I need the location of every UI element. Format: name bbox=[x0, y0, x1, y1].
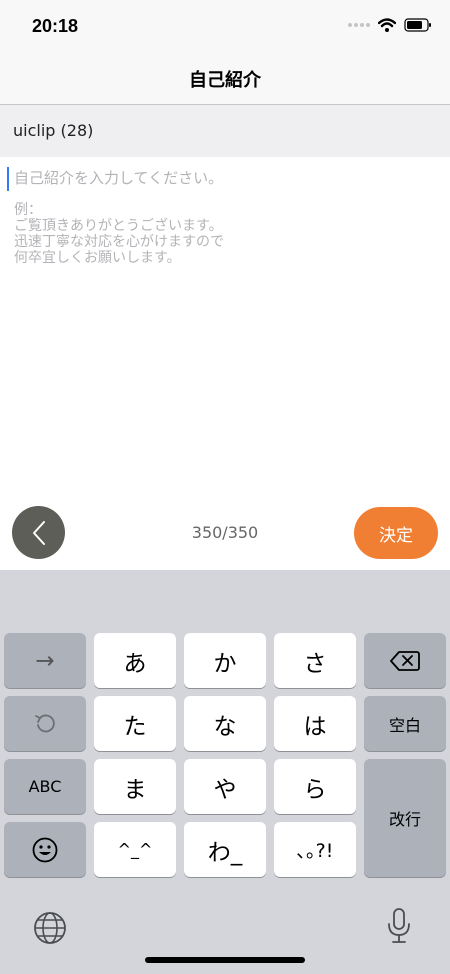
key-wa[interactable]: わ_ bbox=[184, 822, 266, 877]
page-title: 自己紹介 bbox=[189, 70, 261, 91]
signal-icon bbox=[348, 23, 370, 27]
undo-key[interactable] bbox=[4, 696, 86, 751]
japanese-kana-keyboard: → あ か さ た な は 空白 ABC ま や ら 改行 ^_^ わ_ ､｡?… bbox=[0, 570, 450, 974]
status-bar: 20:18 bbox=[0, 0, 450, 52]
backspace-key[interactable] bbox=[364, 633, 446, 688]
example-line: ご覧頂きありがとうございます。 bbox=[14, 218, 223, 234]
text-caret bbox=[7, 167, 9, 191]
key-ra[interactable]: ら bbox=[274, 759, 356, 814]
key-a[interactable]: あ bbox=[94, 633, 176, 688]
microphone-icon bbox=[388, 908, 410, 943]
backspace-icon bbox=[390, 650, 420, 671]
dictation-button[interactable] bbox=[382, 906, 416, 946]
self-intro-textarea[interactable]: 自己紹介を入力してください。 例： ご覧頂きありがとうございます。 迅速丁寧な対… bbox=[0, 157, 450, 487]
abc-key[interactable]: ABC bbox=[4, 759, 86, 814]
user-info-row: uiclip (28) bbox=[0, 105, 450, 157]
status-icons bbox=[348, 18, 432, 32]
key-ha[interactable]: は bbox=[274, 696, 356, 751]
home-indicator bbox=[145, 957, 305, 963]
return-key[interactable]: 改行 bbox=[364, 759, 446, 877]
wifi-icon bbox=[378, 18, 396, 32]
key-sa[interactable]: さ bbox=[274, 633, 356, 688]
example-line: 迅速丁寧な対応を心がけますので bbox=[14, 234, 224, 250]
key-ta[interactable]: た bbox=[94, 696, 176, 751]
emoji-icon bbox=[32, 837, 58, 862]
key-ma[interactable]: ま bbox=[94, 759, 176, 814]
textarea-placeholder: 自己紹介を入力してください。 bbox=[14, 169, 224, 187]
undo-icon bbox=[35, 714, 55, 732]
space-key[interactable]: 空白 bbox=[364, 696, 446, 751]
status-time: 20:18 bbox=[32, 16, 79, 36]
navigation-bar: 自己紹介 bbox=[0, 52, 450, 105]
key-na[interactable]: な bbox=[184, 696, 266, 751]
example-text: 例： ご覧頂きありがとうございます。 迅速丁寧な対応を心がけますので 何卒宜しく… bbox=[14, 202, 224, 266]
key-ka[interactable]: か bbox=[184, 633, 266, 688]
user-name-age: uiclip (28) bbox=[13, 121, 94, 140]
example-line: 何卒宜しくお願いします。 bbox=[14, 250, 181, 266]
confirm-button[interactable]: 決定 bbox=[354, 507, 438, 559]
key-kaomoji[interactable]: ^_^ bbox=[94, 822, 176, 877]
battery-icon bbox=[404, 18, 431, 32]
globe-button[interactable] bbox=[30, 908, 70, 948]
example-line: 例： bbox=[14, 202, 42, 218]
key-punctuation[interactable]: ､｡?! bbox=[274, 822, 356, 877]
emoji-key[interactable] bbox=[4, 822, 86, 877]
globe-icon bbox=[34, 912, 66, 944]
key-arrow-right[interactable]: → bbox=[4, 633, 86, 688]
action-bar: 350/350 決定 bbox=[0, 500, 450, 568]
key-ya[interactable]: や bbox=[184, 759, 266, 814]
